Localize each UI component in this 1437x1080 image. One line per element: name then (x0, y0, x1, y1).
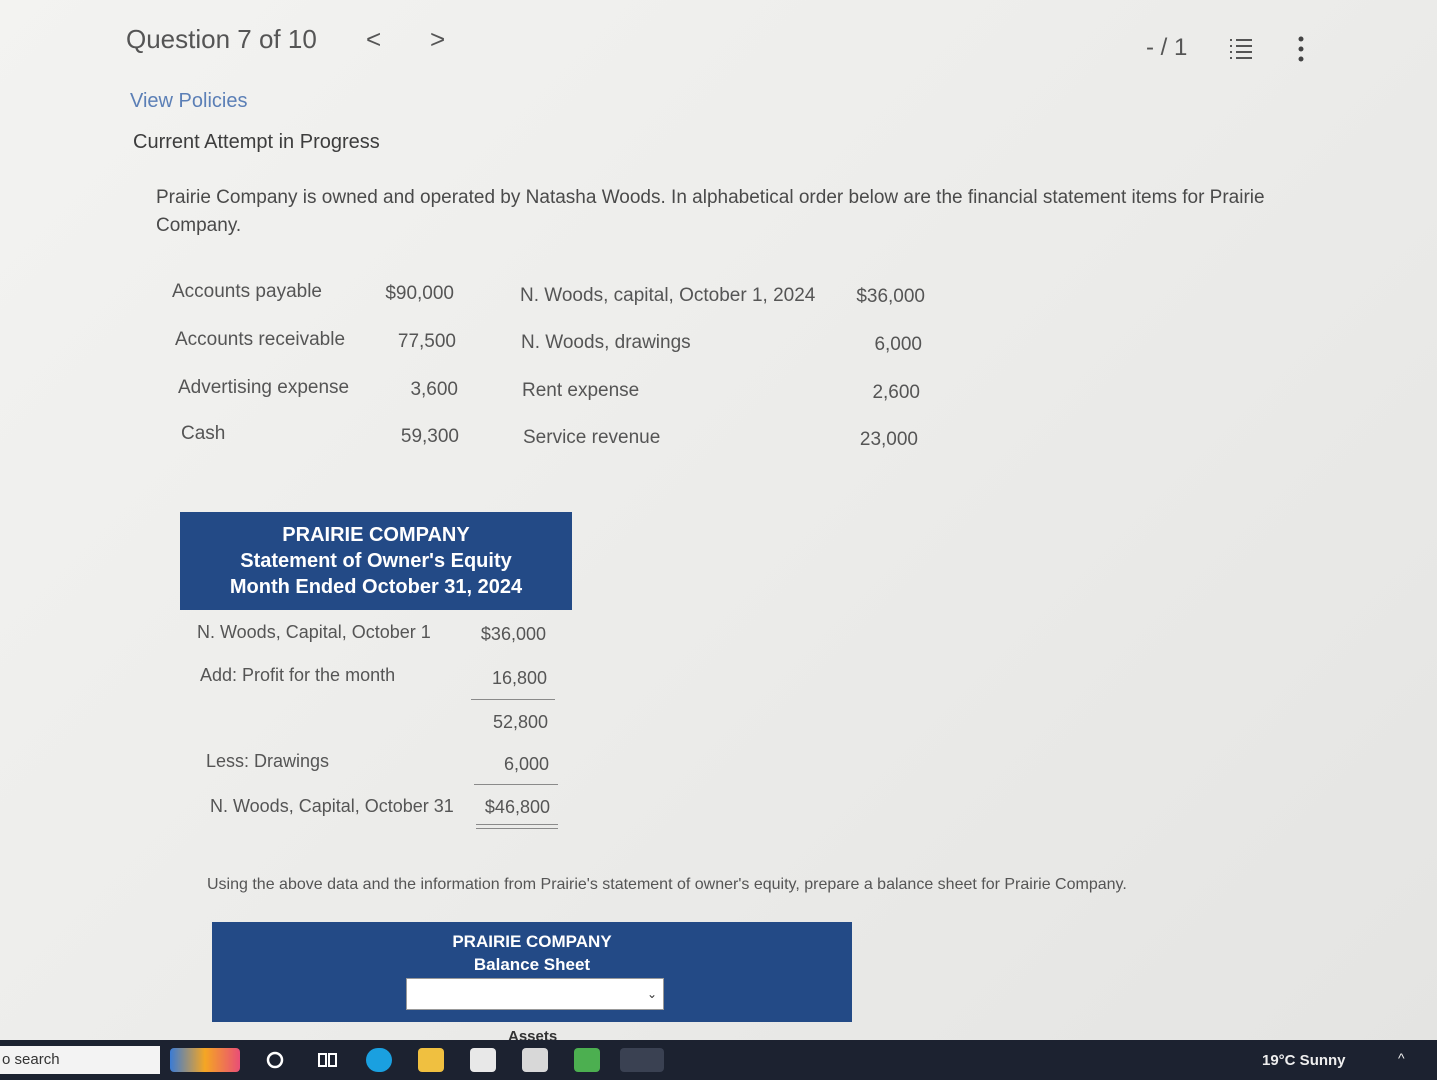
date-select[interactable]: ⌄ (406, 978, 664, 1010)
statement-row-label: N. Woods, Capital, October 31 (210, 796, 454, 816)
item-label: Accounts payable (172, 281, 322, 302)
item-amount: 3,600 (410, 379, 458, 400)
cortana-icon[interactable] (262, 1048, 288, 1072)
taskbar-search[interactable]: o search (0, 1046, 160, 1074)
item-label: Rent expense (522, 380, 640, 401)
item-amount: 6,000 (874, 334, 922, 355)
company-name: PRAIRIE COMPANY (282, 524, 470, 546)
subtotal-rule (471, 699, 555, 700)
statement-row-amount: $36,000 (480, 624, 546, 644)
next-question-button[interactable]: > (430, 24, 445, 55)
question-counter: Question 7 of 10 (126, 24, 317, 54)
task-view-icon[interactable] (314, 1048, 340, 1072)
item-label: Service revenue (523, 427, 661, 448)
item-amount: 59,300 (400, 426, 459, 447)
statement-period: Month Ended October 31, 2024 (229, 576, 523, 598)
assets-section-label: Assets (508, 1028, 558, 1040)
total-double-rule (476, 824, 558, 825)
item-label: N. Woods, drawings (521, 332, 691, 353)
subtotal-rule (474, 784, 558, 785)
file-explorer-icon[interactable] (418, 1048, 444, 1072)
item-amount: 2,600 (872, 382, 920, 403)
item-amount: 77,500 (397, 331, 456, 352)
chrome-icon[interactable] (620, 1048, 664, 1072)
edge-browser-icon[interactable] (366, 1048, 392, 1072)
app-icon[interactable] (574, 1048, 600, 1072)
item-label: N. Woods, capital, October 1, 2024 (520, 285, 816, 306)
chevron-down-icon: ⌄ (646, 987, 657, 1001)
store-icon[interactable] (470, 1048, 496, 1072)
statement-row-label: Add: Profit for the month (200, 665, 396, 685)
score-display: - / 1 (1146, 34, 1188, 61)
company-name: PRAIRIE COMPANY (452, 932, 612, 951)
attempt-status: Current Attempt in Progress (133, 131, 380, 153)
statement-row-amount: 16,800 (491, 668, 547, 688)
equity-statement-header: PRAIRIE COMPANY Statement of Owner's Equ… (180, 512, 572, 610)
question-text: Prairie Company is owned and operated by… (156, 187, 1265, 236)
item-amount: $90,000 (385, 283, 454, 304)
item-label: Advertising expense (178, 377, 350, 398)
statement-title: Balance Sheet (473, 955, 591, 974)
mail-icon[interactable] (522, 1048, 548, 1072)
view-policies-link[interactable]: View Policies (130, 90, 247, 113)
widgets-icon[interactable] (170, 1048, 240, 1072)
statement-row-amount: 52,800 (492, 712, 548, 732)
weather-widget[interactable]: 19°C Sunny (1262, 1052, 1346, 1069)
previous-question-button[interactable]: < (366, 24, 381, 55)
more-options-icon[interactable] (1296, 36, 1306, 62)
statement-row-amount: $46,800 (484, 797, 550, 817)
statement-title: Statement of Owner's Equity (240, 550, 512, 572)
instruction-text: Using the above data and the information… (207, 876, 1127, 893)
statement-row-amount: 6,000 (503, 754, 549, 774)
total-double-rule (476, 828, 558, 829)
statement-row-label: N. Woods, Capital, October 1 (197, 622, 431, 642)
statement-row-label: Less: Drawings (206, 751, 330, 771)
item-amount: 23,000 (859, 429, 918, 450)
item-label: Cash (181, 423, 226, 444)
item-amount: $36,000 (856, 286, 925, 307)
chevron-up-icon[interactable]: ^ (1398, 1050, 1405, 1066)
question-list-icon[interactable] (1228, 36, 1254, 60)
item-label: Accounts receivable (175, 329, 346, 350)
